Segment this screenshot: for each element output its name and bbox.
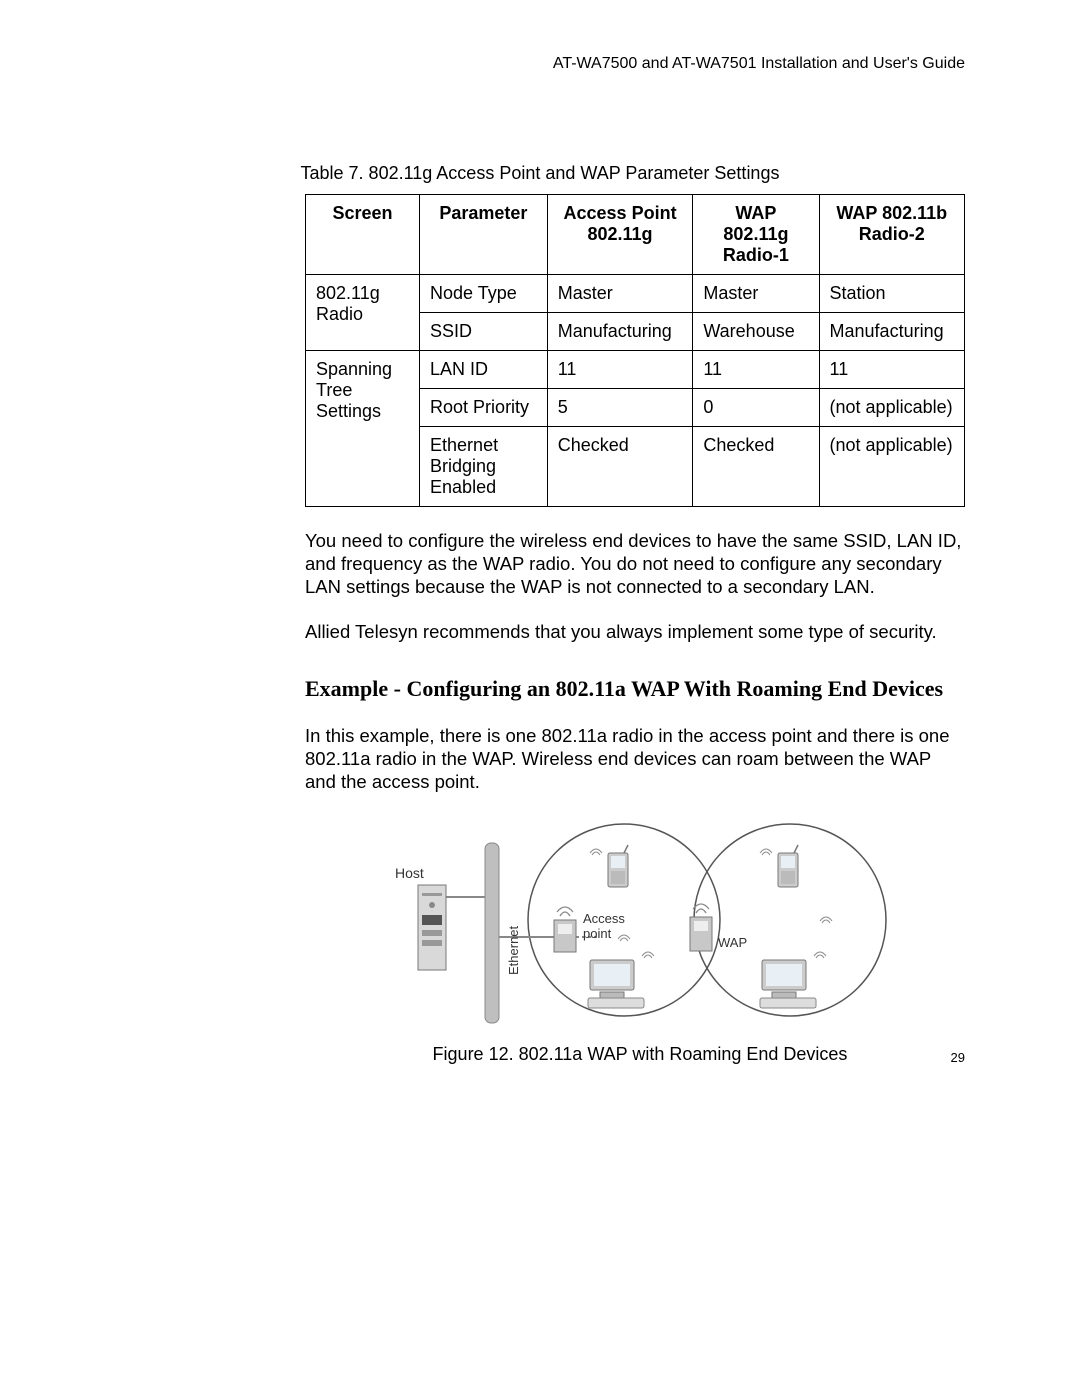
page-number: 29 [951,1050,965,1065]
document-page: AT-WA7500 and AT-WA7501 Installation and… [0,0,1080,1115]
ethernet-label: Ethernet [506,925,521,975]
cell-wap2: Manufacturing [819,313,964,351]
table-caption: Table 7. 802.11g Access Point and WAP Pa… [115,163,965,184]
host-label: Host [395,865,424,881]
th-screen: Screen [306,195,420,275]
cell-wap2: 11 [819,351,964,389]
ap-label-line1: Access [583,911,625,926]
th-parameter: Parameter [420,195,548,275]
table-row: 802.11g Radio Node Type Master Master St… [306,275,965,313]
cell-wap1: 11 [693,351,819,389]
cell-ap: Manufacturing [547,313,693,351]
cell-param: Root Priority [420,389,548,427]
wap-label: WAP [718,935,747,950]
paragraph: Allied Telesyn recommends that you alway… [305,620,965,643]
cell-wap2: (not applicable) [819,389,964,427]
cell-wap1: Master [693,275,819,313]
ap-label-line2: point [583,926,612,941]
th-wap1: WAP 802.11g Radio-1 [693,195,819,275]
paragraph: You need to configure the wireless end d… [305,529,965,598]
th-ap: Access Point 802.11g [547,195,693,275]
parameter-table: Screen Parameter Access Point 802.11g WA… [305,194,965,507]
cell-ap: 11 [547,351,693,389]
cell-param: Ethernet Bridging Enabled [420,427,548,507]
cell-wap1: Checked [693,427,819,507]
cell-wap2: (not applicable) [819,427,964,507]
figure: Host Ethernet Access point [390,815,890,1065]
cell-ap: Master [547,275,693,313]
running-header: AT-WA7500 and AT-WA7501 Installation and… [115,55,965,73]
cell-param: SSID [420,313,548,351]
cell-screen: Spanning Tree Settings [306,351,420,507]
cell-param: Node Type [420,275,548,313]
th-wap2: WAP 802.11b Radio-2 [819,195,964,275]
cell-ap: Checked [547,427,693,507]
cell-wap1: 0 [693,389,819,427]
cell-screen: 802.11g Radio [306,275,420,351]
figure-caption: Figure 12. 802.11a WAP with Roaming End … [390,1044,890,1065]
cell-wap1: Warehouse [693,313,819,351]
section-heading: Example - Configuring an 802.11a WAP Wit… [305,676,975,702]
cell-ap: 5 [547,389,693,427]
table-row: Spanning Tree Settings LAN ID 11 11 11 [306,351,965,389]
cell-wap2: Station [819,275,964,313]
table-header-row: Screen Parameter Access Point 802.11g WA… [306,195,965,275]
network-diagram-icon: Host Ethernet Access point [390,815,890,1030]
paragraph: In this example, there is one 802.11a ra… [305,724,965,793]
cell-param: LAN ID [420,351,548,389]
